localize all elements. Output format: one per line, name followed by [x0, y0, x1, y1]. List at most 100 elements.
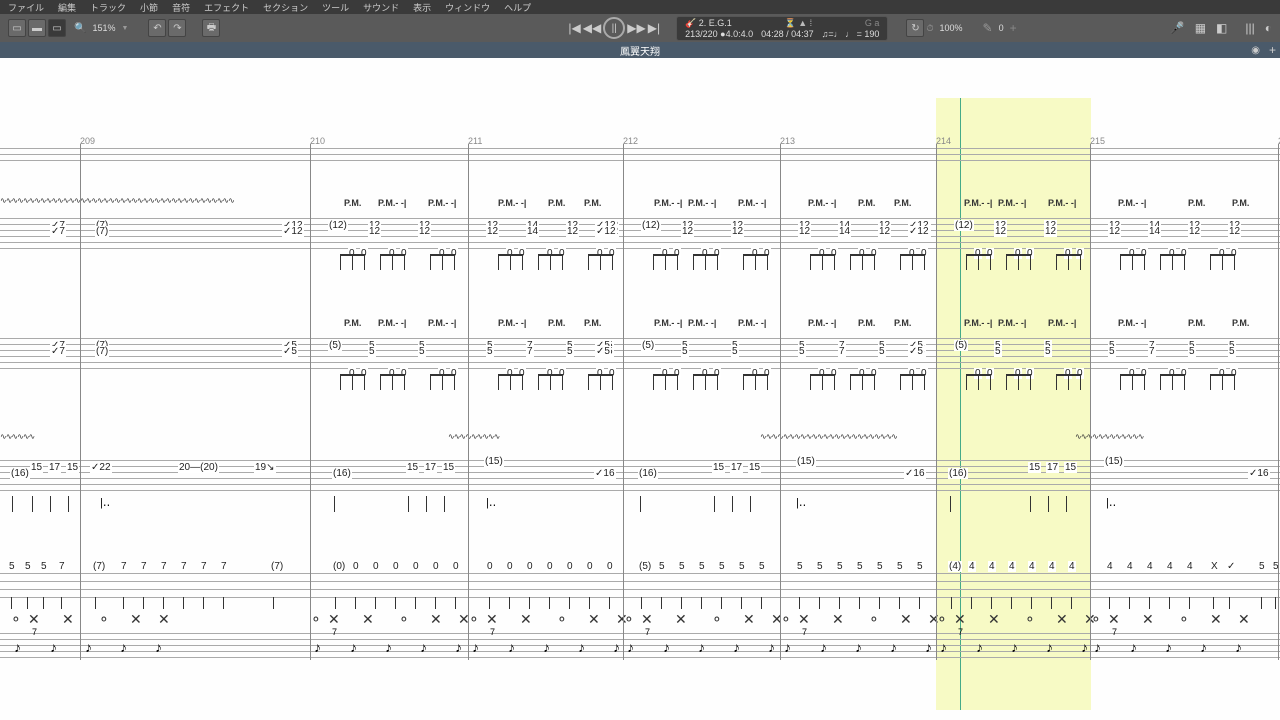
fret-number[interactable]: 5 — [1258, 561, 1266, 572]
drum-note[interactable]: ✕ — [832, 611, 844, 628]
fret-number[interactable]: 15 — [1064, 462, 1077, 473]
drum-note[interactable]: ♪ — [120, 639, 127, 655]
fret-number[interactable]: 12 — [1044, 226, 1057, 237]
fret-number[interactable]: 7 — [220, 561, 228, 572]
layout-page-icon[interactable]: ▭ — [8, 19, 26, 37]
drum-note[interactable]: ♪ — [85, 639, 92, 655]
fret-number[interactable]: (16) — [10, 468, 30, 479]
fret-number[interactable]: 14 — [526, 226, 539, 237]
fret-number[interactable]: 14 — [1148, 226, 1161, 237]
fret-number[interactable]: 5 — [738, 561, 746, 572]
fret-number[interactable]: 0 — [526, 561, 534, 572]
fret-number[interactable]: 15 — [712, 462, 725, 473]
fret-number[interactable]: 17 — [730, 462, 743, 473]
keyboard-icon[interactable]: ◧ — [1216, 21, 1227, 35]
rewind-icon[interactable]: ◀◀ — [583, 21, 601, 35]
drum-note[interactable]: ✕ — [486, 611, 498, 628]
fret-number[interactable]: 20—(20) — [178, 462, 219, 473]
fret-number[interactable]: 4 — [1068, 561, 1076, 572]
fret-number[interactable]: 12 — [368, 226, 381, 237]
drum-note[interactable]: ✕ — [28, 611, 40, 628]
fret-number[interactable]: 12 — [878, 226, 891, 237]
fret-number[interactable]: X — [1210, 561, 1219, 572]
fret-number[interactable]: 5 — [698, 561, 706, 572]
drum-note[interactable]: ♪ — [613, 639, 620, 655]
drum-note[interactable]: ✕ — [954, 611, 966, 628]
fret-number[interactable]: 5 — [658, 561, 666, 572]
drum-note[interactable]: ⚬ — [556, 611, 568, 628]
fret-number[interactable]: 17 — [48, 462, 61, 473]
fret-number[interactable]: 0 — [566, 561, 574, 572]
drum-note[interactable]: ♪ — [472, 639, 479, 655]
fret-number[interactable]: 12 — [486, 226, 499, 237]
drum-note[interactable]: ♪ — [627, 639, 634, 655]
add-icon[interactable]: + — [1010, 21, 1017, 35]
drum-note[interactable]: ♪ — [543, 639, 550, 655]
drum-note[interactable]: ♪ — [820, 639, 827, 655]
drum-note[interactable]: ✕ — [641, 611, 653, 628]
drum-note[interactable]: ✕ — [328, 611, 340, 628]
menu-sound[interactable]: サウンド — [363, 1, 399, 14]
drum-note[interactable]: ✕ — [1142, 611, 1154, 628]
drum-note[interactable]: ♪ — [385, 639, 392, 655]
fret-number[interactable]: 5 — [24, 561, 32, 572]
drum-note[interactable]: ♪ — [155, 639, 162, 655]
fret-number[interactable]: 0 — [506, 561, 514, 572]
fret-number[interactable]: 0 — [546, 561, 554, 572]
drum-note[interactable]: ⚬ — [10, 611, 22, 628]
menu-file[interactable]: ファイル — [8, 1, 44, 14]
drum-note[interactable]: ⚬ — [623, 611, 635, 628]
forward-icon[interactable]: ▶▶ — [627, 21, 645, 35]
fret-number[interactable]: (15) — [796, 456, 816, 467]
drum-note[interactable]: ⚬ — [711, 611, 723, 628]
fret-number[interactable]: 4 — [1048, 561, 1056, 572]
pause-button[interactable]: || — [603, 17, 625, 39]
drum-note[interactable]: ♪ — [925, 639, 932, 655]
fret-number[interactable]: 5 — [896, 561, 904, 572]
speed-trainer-icon[interactable]: ⏱ — [926, 23, 933, 34]
fret-number[interactable]: 0 — [606, 561, 614, 572]
fret-number[interactable]: ✓16 — [1248, 468, 1270, 479]
fret-number[interactable]: ✓5 — [595, 346, 611, 357]
fret-number[interactable]: 0 — [352, 561, 360, 572]
fret-number[interactable]: 4 — [968, 561, 976, 572]
drum-note[interactable]: ♪ — [855, 639, 862, 655]
fret-number[interactable]: 7 — [160, 561, 168, 572]
menu-effect[interactable]: エフェクト — [204, 1, 249, 14]
fret-number[interactable]: 12 — [731, 226, 744, 237]
drum-note[interactable]: ✕ — [1238, 611, 1250, 628]
fret-number[interactable]: 14 — [838, 226, 851, 237]
drum-note[interactable]: ♪ — [1130, 639, 1137, 655]
fret-number[interactable]: ✓5 — [282, 346, 298, 357]
drum-note[interactable]: ⚬ — [468, 611, 480, 628]
fret-number[interactable]: 12 — [994, 226, 1007, 237]
redo-icon[interactable]: ↷ — [168, 19, 186, 37]
drum-note[interactable]: ✕ — [675, 611, 687, 628]
drum-note[interactable]: ♪ — [1235, 639, 1242, 655]
track-settings-icon[interactable]: ◉ — [1251, 45, 1260, 56]
drum-note[interactable]: ✕ — [743, 611, 755, 628]
drum-note[interactable]: ⚬ — [868, 611, 880, 628]
fret-number[interactable]: 5 — [40, 561, 48, 572]
fret-number[interactable]: 5 — [418, 346, 426, 357]
fret-number[interactable]: 4 — [1008, 561, 1016, 572]
fret-number[interactable]: 4 — [1186, 561, 1194, 572]
fret-number[interactable]: 5 — [1228, 346, 1236, 357]
fret-number[interactable]: ✓7 — [50, 226, 66, 237]
drum-note[interactable]: ♪ — [50, 639, 57, 655]
drum-note[interactable]: ⚬ — [780, 611, 792, 628]
fret-number[interactable]: 4 — [1126, 561, 1134, 572]
fret-number[interactable]: 17 — [1046, 462, 1059, 473]
menu-edit[interactable]: 編集 — [58, 1, 76, 14]
fret-number[interactable]: 15 — [30, 462, 43, 473]
drum-note[interactable]: ♪ — [768, 639, 775, 655]
drum-note[interactable]: ✕ — [798, 611, 810, 628]
fret-number[interactable]: 7 — [200, 561, 208, 572]
fret-number[interactable]: 5 — [566, 346, 574, 357]
fret-number[interactable]: 4 — [1146, 561, 1154, 572]
fret-number[interactable]: ✓12 — [595, 226, 617, 237]
drum-note[interactable]: ✕ — [988, 611, 1000, 628]
drum-note[interactable]: ✕ — [1056, 611, 1068, 628]
fret-number[interactable]: (7) — [95, 346, 109, 357]
drum-note[interactable]: ♪ — [698, 639, 705, 655]
